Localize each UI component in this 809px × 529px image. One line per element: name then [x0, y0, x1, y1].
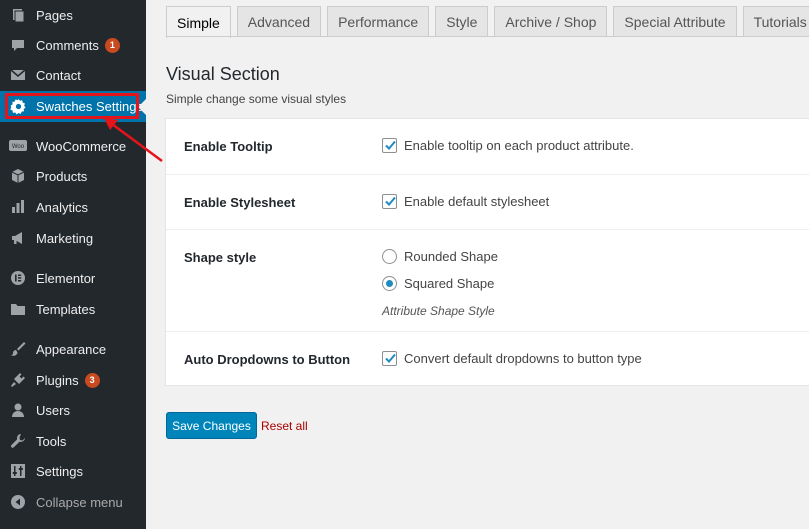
- sidebar-item-label: Swatches Settings: [36, 99, 143, 114]
- setting-row-auto-dropdowns: Auto Dropdowns to Button Convert default…: [166, 331, 809, 386]
- tabs-divider: [166, 36, 809, 37]
- sidebar-item-label: Comments: [36, 37, 99, 53]
- tooltip-checkbox[interactable]: [382, 138, 397, 153]
- plugins-update-badge: 3: [84, 372, 100, 388]
- stylesheet-option-text: Enable default stylesheet: [404, 194, 550, 209]
- tooltip-checkbox-field[interactable]: Enable tooltip on each product attribute…: [382, 138, 634, 153]
- comments-count-badge: 1: [104, 37, 120, 53]
- setting-row-stylesheet: Enable Stylesheet Enable default stylesh…: [166, 174, 809, 229]
- plug-icon: [0, 372, 36, 388]
- svg-text:Woo: Woo: [12, 144, 25, 150]
- rounded-shape-radio[interactable]: [382, 249, 397, 264]
- stylesheet-checkbox-field[interactable]: Enable default stylesheet: [382, 194, 549, 209]
- folder-icon: [0, 301, 36, 317]
- sidebar-item-templates[interactable]: Templates: [0, 294, 146, 324]
- sidebar-item-comments[interactable]: Comments 1: [0, 30, 146, 60]
- sidebar-item-appearance[interactable]: Appearance: [0, 334, 146, 364]
- brush-icon: [0, 341, 36, 357]
- sidebar-item-plugins[interactable]: Plugins 3: [0, 365, 146, 395]
- squared-shape-text: Squared Shape: [404, 276, 495, 291]
- checkmark-icon: [385, 196, 396, 206]
- settings-panel: Enable Tooltip Enable tooltip on each pr…: [165, 118, 809, 386]
- pages-icon: [0, 7, 36, 23]
- stylesheet-checkbox[interactable]: [382, 194, 397, 209]
- dropdowns-checkbox[interactable]: [382, 351, 397, 366]
- sidebar-item-elementor[interactable]: Elementor: [0, 263, 146, 293]
- bar-chart-icon: [0, 199, 36, 215]
- rounded-shape-text: Rounded Shape: [404, 249, 498, 264]
- checkmark-icon: [385, 353, 396, 363]
- settings-sliders-icon: [0, 463, 36, 479]
- setting-row-shape-style: Shape style Rounded Shape Squared Shape …: [166, 229, 809, 331]
- settings-tabs: Simple Advanced Performance Style Archiv…: [166, 6, 809, 38]
- tab-simple[interactable]: Simple: [166, 6, 231, 38]
- sidebar-item-pages[interactable]: Pages: [0, 0, 146, 30]
- collapse-menu-label: Collapse menu: [36, 494, 123, 510]
- checkmark-icon: [385, 140, 396, 150]
- shape-style-label: Shape style: [184, 250, 257, 265]
- rounded-shape-radio-field[interactable]: Rounded Shape: [382, 249, 498, 264]
- sidebar-item-label: Pages: [36, 7, 73, 23]
- admin-sidebar: Pages Comments 1 Contact Swatches Settin…: [0, 0, 146, 529]
- collapse-arrow-icon: [0, 494, 36, 510]
- tab-tutorials[interactable]: Tutorials: [742, 6, 809, 37]
- sidebar-item-products[interactable]: Products: [0, 161, 146, 191]
- sidebar-item-woocommerce[interactable]: Woo WooCommerce: [0, 131, 146, 161]
- sidebar-item-contact[interactable]: Contact: [0, 60, 146, 90]
- user-icon: [0, 402, 36, 418]
- sidebar-item-label: Analytics: [36, 199, 89, 215]
- sidebar-item-tools[interactable]: Tools: [0, 426, 146, 456]
- tab-performance[interactable]: Performance: [327, 6, 430, 37]
- setting-row-tooltip: Enable Tooltip Enable tooltip on each pr…: [166, 119, 809, 174]
- tooltip-option-text: Enable tooltip on each product attribute…: [404, 138, 634, 153]
- comments-icon: [0, 37, 36, 53]
- sidebar-item-marketing[interactable]: Marketing: [0, 223, 146, 253]
- sidebar-item-label: Plugins: [36, 372, 79, 388]
- sidebar-item-label: Users: [36, 402, 70, 418]
- sidebar-item-label: Elementor: [36, 270, 96, 286]
- sidebar-item-settings[interactable]: Settings: [0, 456, 146, 486]
- sidebar-item-label: Settings: [36, 463, 83, 479]
- shape-style-hint: Attribute Shape Style: [382, 304, 495, 318]
- woo-icon: Woo: [0, 139, 36, 153]
- sidebar-item-users[interactable]: Users: [0, 395, 146, 425]
- tab-archive-shop[interactable]: Archive / Shop: [494, 6, 608, 37]
- tab-style[interactable]: Style: [435, 6, 489, 37]
- squared-shape-radio-field[interactable]: Squared Shape: [382, 276, 494, 291]
- mail-icon: [0, 67, 36, 83]
- collapse-menu-button[interactable]: Collapse menu: [0, 487, 146, 517]
- sidebar-item-label: WooCommerce: [36, 138, 127, 154]
- active-menu-pointer: [138, 98, 146, 115]
- squared-shape-radio[interactable]: [382, 276, 397, 291]
- wrench-icon: [0, 433, 36, 449]
- reset-all-link[interactable]: Reset all: [261, 419, 308, 433]
- sidebar-item-label: Tools: [36, 433, 67, 449]
- sidebar-item-label: Marketing: [36, 230, 94, 246]
- dropdowns-checkbox-field[interactable]: Convert default dropdowns to button type: [382, 351, 642, 366]
- tooltip-label: Enable Tooltip: [184, 139, 273, 154]
- dropdowns-label: Auto Dropdowns to Button: [184, 352, 351, 367]
- save-changes-button[interactable]: Save Changes: [166, 412, 257, 439]
- section-title: Visual Section: [166, 64, 280, 84]
- stylesheet-label: Enable Stylesheet: [184, 195, 296, 210]
- gear-icon: [0, 98, 36, 115]
- sidebar-item-swatches-settings[interactable]: Swatches Settings: [0, 91, 146, 122]
- sidebar-item-analytics[interactable]: Analytics: [0, 192, 146, 222]
- sidebar-item-label: Contact: [36, 67, 81, 83]
- megaphone-icon: [0, 230, 36, 246]
- section-description: Simple change some visual styles: [166, 92, 347, 106]
- sidebar-item-label: Appearance: [36, 341, 107, 357]
- box-icon: [0, 168, 36, 184]
- sidebar-item-label: Templates: [36, 301, 96, 317]
- dropdowns-option-text: Convert default dropdowns to button type: [404, 351, 642, 366]
- elementor-icon: [0, 270, 36, 286]
- tab-advanced[interactable]: Advanced: [236, 6, 322, 37]
- tab-special-attribute[interactable]: Special Attribute: [613, 6, 737, 37]
- sidebar-item-label: Products: [36, 168, 88, 184]
